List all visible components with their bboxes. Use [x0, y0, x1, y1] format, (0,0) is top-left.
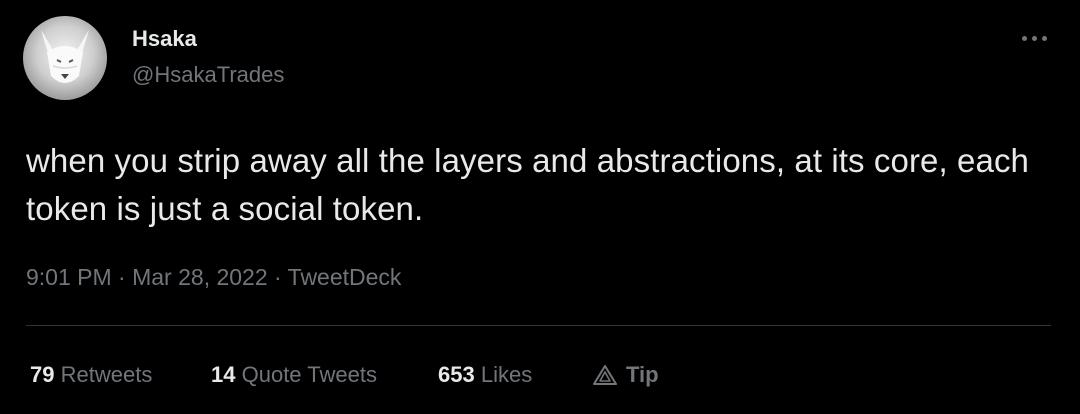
likes-stat[interactable]: 653 Likes [438, 362, 532, 388]
tweet-metadata: 9:01 PM · Mar 28, 2022 · TweetDeck [26, 264, 401, 291]
tweet-source[interactable]: TweetDeck [288, 264, 402, 290]
author-name[interactable]: Hsaka [132, 26, 197, 52]
quotes-count: 14 [211, 362, 236, 387]
retweets-count: 79 [30, 362, 55, 387]
author-handle[interactable]: @HsakaTrades [132, 62, 284, 88]
more-options-icon[interactable] [1017, 28, 1051, 48]
quotes-label: Quote Tweets [241, 362, 377, 387]
white-wolf-avatar-icon [41, 30, 89, 83]
likes-label: Likes [480, 362, 533, 387]
likes-count: 653 [438, 362, 475, 387]
avatar[interactable] [23, 16, 107, 100]
tip-triangle-icon [593, 365, 617, 385]
divider [26, 325, 1051, 326]
meta-separator: · [111, 264, 133, 290]
tip-label: Tip [626, 362, 659, 387]
tweet-card: Hsaka @HsakaTrades when you strip away a… [0, 0, 1080, 414]
tweet-text: when you strip away all the layers and a… [26, 142, 1030, 227]
tip-button[interactable]: Tip [592, 362, 659, 388]
tweet-date[interactable]: Mar 28, 2022 [132, 264, 268, 290]
retweets-stat[interactable]: 79 Retweets [30, 362, 152, 388]
meta-separator: · [267, 264, 288, 290]
quote-tweets-stat[interactable]: 14 Quote Tweets [211, 362, 377, 388]
retweets-label: Retweets [60, 362, 153, 387]
tweet-time[interactable]: 9:01 PM [26, 264, 112, 290]
